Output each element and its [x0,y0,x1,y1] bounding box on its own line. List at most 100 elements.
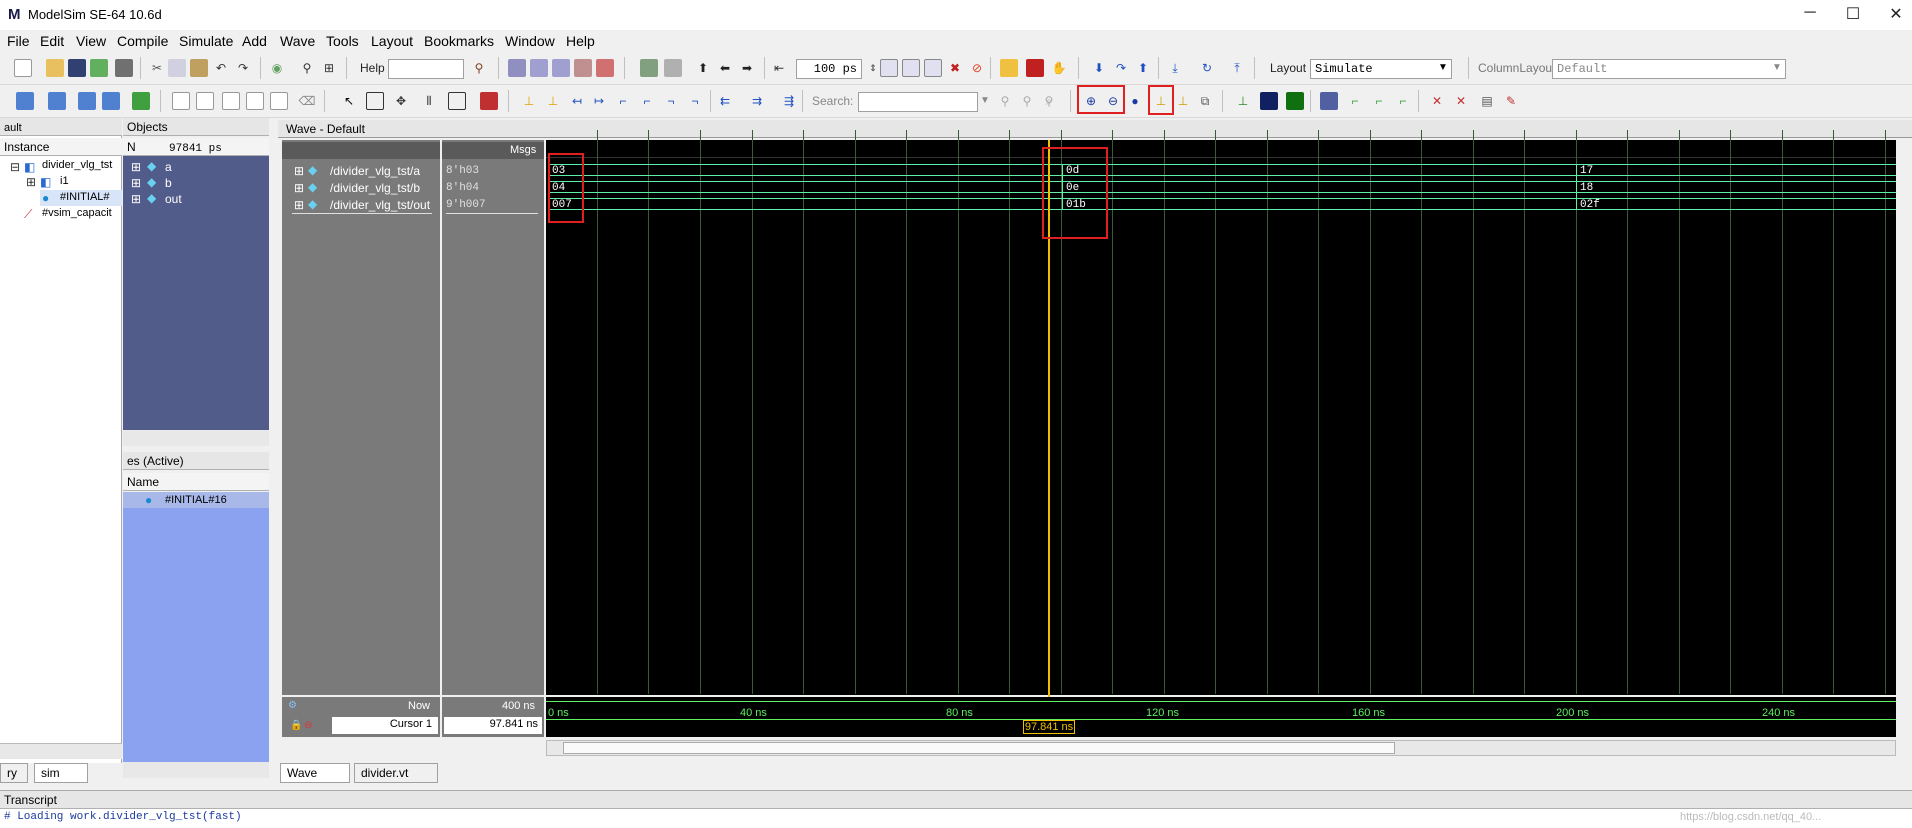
delete-signal-icon[interactable]: ✕ [1428,92,1446,110]
object-item[interactable]: a [165,160,172,174]
find-target-icon[interactable]: ◉ [268,59,286,77]
waveform-canvas[interactable] [546,140,1896,695]
format-box-icon[interactable] [172,92,190,110]
menu-layout[interactable]: Layout [371,33,413,49]
instance-item[interactable]: i1 [60,175,69,187]
step-over-blue-icon[interactable]: ↷ [1112,59,1130,77]
signal-name[interactable]: /divider_vlg_tst/a [330,164,420,178]
binoculars-icon[interactable]: ⚲ [298,59,316,77]
run-icon[interactable] [880,59,898,77]
compile-icon[interactable] [508,59,526,77]
step-down-icon[interactable]: ⤓ [1166,59,1184,77]
wave-format-1-icon[interactable]: ⊥ [1234,92,1252,110]
cut-icon[interactable]: ✂ [148,59,166,77]
break-sim-icon[interactable]: ✖ [946,59,964,77]
signal-name[interactable]: /divider_vlg_tst/out [330,198,430,212]
format-circle-icon[interactable] [196,92,214,110]
bus-waveform-out[interactable] [548,198,1896,210]
chevron-down-icon[interactable]: ▼ [1768,59,1786,77]
expand-icon[interactable]: ⊞ [131,176,141,190]
run-length-input[interactable]: 100 ps [796,59,862,79]
collapse-right-icon[interactable]: ⇉ [748,92,766,110]
menu-help[interactable]: Help [566,33,595,49]
pan-icon[interactable]: ✥ [392,92,410,110]
instance-item[interactable]: #vsim_capacit [42,207,112,219]
search-next-icon[interactable]: ⚲ [1018,92,1036,110]
next-transition-icon[interactable]: ⌐ [638,92,656,110]
expand-icon[interactable]: ⊞ [294,164,304,178]
menu-file[interactable]: File [7,33,30,49]
process-item[interactable]: #INITIAL#16 [165,494,227,506]
menu-window[interactable]: Window [505,33,555,49]
print-icon[interactable] [115,59,133,77]
layout-select[interactable]: Simulate [1310,59,1452,79]
prev-falling-icon[interactable]: ¬ [662,92,680,110]
restart-icon[interactable]: ⇤ [770,59,788,77]
zoom-mode-icon[interactable] [366,92,384,110]
wave-style-2-icon[interactable]: ⌐ [1346,92,1364,110]
traffic-light-icon[interactable] [480,92,498,110]
menu-bookmarks[interactable]: Bookmarks [424,33,494,49]
expand-icon[interactable]: ⊞ [26,175,36,189]
signal-name[interactable]: /divider_vlg_tst/b [330,181,420,195]
right-arrow-icon[interactable]: ➡ [738,59,756,77]
add-list-icon[interactable] [48,92,66,110]
format-bracket-icon[interactable] [246,92,264,110]
filter-label[interactable]: N [127,140,136,154]
delete-cursor-icon[interactable]: ⊥ [544,92,562,110]
wave-style-4-icon[interactable]: ⌐ [1394,92,1412,110]
add-dataflow-icon[interactable] [78,92,96,110]
menu-tools[interactable]: Tools [326,33,359,49]
copy-icon[interactable] [168,59,186,77]
menu-wave[interactable]: Wave [280,33,315,49]
tab-sim[interactable]: sim [34,763,88,783]
next-falling-icon[interactable]: ¬ [686,92,704,110]
clipboard-icon[interactable]: ▤ [1478,92,1496,110]
wave-style-1-icon[interactable] [1320,92,1338,110]
up-arrow-icon[interactable]: ⬆ [694,59,712,77]
wave-format-3-icon[interactable] [1286,92,1304,110]
step-up-icon[interactable]: ⤒ [1228,59,1246,77]
zoom-last-icon[interactable]: ⧉ [1196,92,1214,110]
help-search-icon[interactable]: ⚲ [470,59,488,77]
undo-icon[interactable]: ↶ [212,59,230,77]
horizontal-scrollbar[interactable] [123,762,269,778]
compile-selected-icon[interactable] [552,59,570,77]
instance-item[interactable]: divider_vlg_tst [42,159,112,171]
paste-icon[interactable] [190,59,208,77]
waveform-scrollbar[interactable] [546,740,1896,756]
break-icon[interactable] [596,59,614,77]
collapse-left-icon[interactable]: ⇇ [716,92,734,110]
cursor-time-box[interactable]: 97.841 ns [1023,720,1075,734]
save-icon[interactable] [68,59,86,77]
tab-divider-vt[interactable]: divider.vt [354,763,438,783]
step-icon[interactable] [640,59,658,77]
expand-icon[interactable]: ⇶ [780,92,798,110]
continue-icon[interactable] [902,59,920,77]
horizontal-scrollbar[interactable] [0,743,122,759]
open-folder-icon[interactable] [46,59,64,77]
search-clear-icon[interactable]: ⌕ [1040,92,1058,110]
add-memory-icon[interactable] [132,92,150,110]
object-item[interactable]: b [165,176,172,190]
scrollbar-thumb[interactable] [563,742,1395,754]
chevron-down-icon[interactable]: ▼ [976,92,994,110]
cursor-label-field[interactable]: Cursor 1 [332,717,438,734]
maximize-button[interactable]: ☐ [1833,4,1873,26]
eraser-icon[interactable]: ⌫ [298,92,316,110]
next-edge-icon[interactable]: ↦ [590,92,608,110]
tab-wave[interactable]: Wave [280,763,350,783]
select-cursor-icon[interactable]: ↖ [340,92,358,110]
remove-cursor-icon[interactable]: ⊖ [304,720,312,731]
step-over-icon[interactable] [664,59,682,77]
reload-icon[interactable] [90,59,108,77]
clear-icon[interactable]: ✎ [1502,92,1520,110]
stretch-icon[interactable] [448,92,466,110]
close-button[interactable]: ✕ [1876,4,1912,26]
menu-edit[interactable]: Edit [40,33,64,49]
insert-cursor-icon[interactable]: ⊥ [520,92,538,110]
stop-icon[interactable]: ⊘ [968,59,986,77]
edit-wave-icon[interactable]: ⫴ [420,92,438,110]
expand-icon[interactable]: ⊞ [131,192,141,206]
prev-edge-icon[interactable]: ↤ [568,92,586,110]
